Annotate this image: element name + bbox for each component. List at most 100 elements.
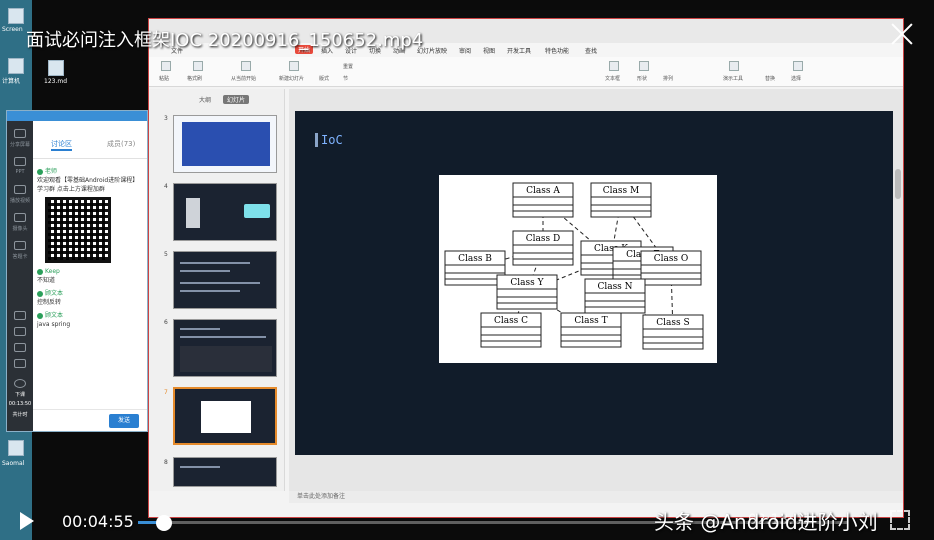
computer-icon[interactable] [8,58,24,74]
slide-thumbnail-pane: 大纲 幻灯片 3 4 5 6 7 8 [149,89,285,491]
tab-discussion[interactable]: 讨论区 [51,139,72,151]
menu-review[interactable]: 审阅 [459,46,471,55]
slide-number: 4 [164,183,168,190]
ribbon-label[interactable]: 重置 [343,63,353,70]
uml-class-name: Class C [494,316,528,326]
slide-number: 6 [164,319,168,326]
tab-outline[interactable]: 大纲 [199,95,211,104]
chat-titlebar [7,111,147,121]
desktop-file-label: 123.md [44,78,68,85]
fullscreen-icon[interactable] [890,510,910,530]
select-icon[interactable] [793,61,803,71]
speaker-icon[interactable] [14,327,26,336]
slide-thumbnail-selected[interactable] [173,387,277,445]
chat-message-list: 老师 欢迎观看【零基础Android进阶课程】学习群 点击上方课程加群 Keep… [37,163,143,407]
uml-class-box: Class A [512,182,574,218]
slide-thumbnail[interactable] [173,319,277,377]
uml-class-diagram: Class A Class M Class D Class K Class B Class… [439,175,717,363]
ribbon-label: 文本框 [605,76,621,82]
slide-thumbnail[interactable] [173,115,277,173]
menu-search[interactable]: 查找 [585,46,597,55]
live-chat-panel: 分享屏幕 PPT 播放视频 摄像头 答题卡 下课 00:13:50 共计时 讨论… [6,110,148,432]
tab-members[interactable]: 成员(73) [107,139,135,149]
app-icon[interactable] [8,8,24,24]
file-icon[interactable] [48,60,64,76]
music-icon[interactable] [14,343,26,352]
shape-icon[interactable] [639,61,649,71]
paste-icon[interactable] [161,61,171,71]
slide-number: 8 [164,459,168,466]
watermark: 头条 @Android进阶小刘 [654,510,878,534]
end-class-icon[interactable] [14,379,26,388]
video-player: Screen 计算机 Saomal 123.md 分享屏幕 PPT 播放视频 摄… [0,0,934,540]
current-slide[interactable]: IoC Class A Class M Class D Class K Class BC… [295,111,893,455]
uml-class-name: Class A [526,186,560,196]
camera-icon[interactable] [14,213,26,222]
menu-developer[interactable]: 开发工具 [507,46,531,55]
play-icon[interactable] [20,512,34,530]
slide-thumbnail[interactable] [173,251,277,309]
play-video-icon[interactable] [14,185,26,194]
app-icon[interactable] [8,440,24,456]
new-slide-icon[interactable] [289,61,299,71]
desktop-icon-label: 计算机 [2,78,21,85]
thumbnail-banner [182,122,270,166]
textbox-icon[interactable] [609,61,619,71]
ribbon-label[interactable]: 版式 [319,75,329,82]
play-from-current-icon[interactable] [241,61,251,71]
thumbnail-callout [244,204,270,218]
uml-class-name: Class Y [510,278,544,288]
menu-features[interactable]: 特色功能 [545,46,569,55]
uml-class-box: Class M [590,182,652,218]
ribbon-label: 新建幻灯片 [279,76,305,82]
ribbon-label: 形状 [637,76,648,82]
thumbnail-code-block [180,346,272,372]
thumbnail-text-line [180,328,220,330]
chat-input-bar[interactable]: 发送 [33,409,147,431]
microphone-icon[interactable] [14,311,26,320]
ribbon-label: 粘贴 [159,76,170,82]
ppt-icon[interactable] [14,157,26,166]
avatar [37,312,43,319]
ribbon-label: 演示工具 [723,76,744,82]
thumbnail-photo [186,198,200,228]
presentation-tools-icon[interactable] [729,61,739,71]
thumbnail-diagram [201,401,251,433]
class-timer-label: 共计时 [12,412,28,418]
send-button[interactable]: 发送 [109,414,139,428]
rail-label: 摄像头 [12,226,28,232]
close-icon[interactable] [888,20,916,48]
thumbnail-text-line [180,270,230,272]
class-timer: 00:13:50 [8,401,32,407]
thumbnail-text-line [180,282,260,284]
format-painter-icon[interactable] [193,61,203,71]
uml-class-name: Class T [574,316,607,326]
vertical-scrollbar[interactable] [895,169,901,199]
qr-code-image [45,197,111,263]
answer-card-icon[interactable] [14,241,26,250]
slide-thumbnail[interactable] [173,183,277,241]
chat-message-text: 控制反转 [37,299,62,306]
ribbon-label[interactable]: 替换 [765,75,775,82]
uml-class-name: Class S [656,318,689,328]
rail-label: 播放视频 [9,198,30,204]
ribbon-label: 选择 [791,76,802,82]
expand-icon[interactable] [14,359,26,368]
share-screen-icon[interactable] [14,129,26,138]
ribbon-label[interactable]: 节 [343,75,348,82]
uml-diagram-svg: Class A Class MClass DClass KClass B Class… [444,182,704,350]
thumbnail-text-line [180,290,240,292]
thumbnail-text-line [180,262,250,264]
thumbnail-text-line [180,336,266,338]
uml-class-box: Class D [512,230,574,266]
chat-message-text: 欢迎观看【零基础Android进阶课程】学习群 点击上方课程加群 [37,177,139,193]
wps-ribbon: 粘贴 格式刷 从当前开始 新建幻灯片 版式 节 重置 文本框 形状 排列 演示工… [149,57,903,87]
menu-view[interactable]: 视图 [483,46,495,55]
slide-number: 3 [164,115,168,122]
seek-knob[interactable] [156,515,173,531]
tab-slides[interactable]: 幻灯片 [223,95,250,104]
uml-class-name: Class B [458,254,492,264]
chat-message-author: 顾文本 [37,311,143,320]
ribbon-label[interactable]: 排列 [663,75,673,82]
uml-class-box: Class T [560,312,622,348]
